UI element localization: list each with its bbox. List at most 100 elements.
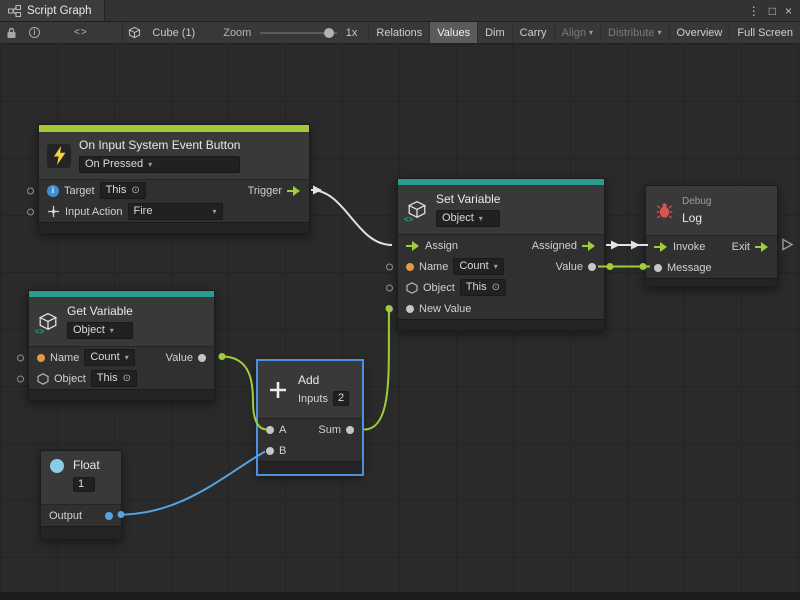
titlebar: Script Graph ⋮ □ × [0,0,800,22]
name-row: Name Count ▾ Value [398,256,604,277]
name-port-dot[interactable] [37,354,45,362]
target-value-chip[interactable]: This ⊙ [100,182,146,199]
node-footer [29,389,214,400]
value-label: Value [556,261,583,273]
node-title: Float [73,458,100,472]
maximize-icon[interactable]: □ [769,4,776,18]
hexagon-icon [406,282,418,294]
zoom-slider[interactable] [260,32,336,34]
float-value-field[interactable]: 1 [73,477,95,492]
object-row: Object This ⊙ [398,277,604,298]
node-debug-log[interactable]: Debug Log Invoke Exit Message [645,185,778,287]
code-icon: <> [74,27,88,38]
distribute-button[interactable]: Distribute ▾ [600,22,668,43]
target-type-icon: i [47,185,59,197]
values-button[interactable]: Values [429,22,477,43]
graph-toolbar: i <> Cube (1) Zoom 1x Relations Values D… [0,22,800,44]
a-label: A [279,424,286,436]
trigger-port-icon[interactable] [287,186,301,196]
exit-port-icon[interactable] [755,242,769,252]
close-icon[interactable]: × [785,4,792,18]
node-footer [398,319,604,330]
name-input-port[interactable] [17,354,24,361]
message-row: Message [646,257,777,278]
inspect-button[interactable]: i [23,22,46,43]
new-value-label: New Value [419,303,471,315]
input-action-row: Input Action Fire ▾ [39,201,309,222]
node-footer [41,526,121,539]
input-action-port[interactable] [27,208,34,215]
object-picker-icon: ⊙ [492,281,500,294]
new-value-input-port[interactable] [386,305,393,312]
target-value: This [106,184,127,197]
node-set-variable[interactable]: <> Set Variable Object ▾ Assign Assigned [397,178,605,331]
full-screen-button[interactable]: Full Screen [729,22,800,43]
object-label: Object [423,282,455,294]
b-port-dot[interactable] [266,447,274,455]
invoke-port-icon[interactable] [654,242,668,252]
new-value-port-dot[interactable] [406,305,414,313]
code-view-button[interactable]: <> [68,22,94,43]
align-label: Align [562,27,586,39]
chevron-down-icon: ▾ [212,208,216,216]
assigned-port-icon[interactable] [582,241,596,251]
node-get-variable[interactable]: <> Get Variable Object ▾ Name Count ▾ [28,290,215,401]
object-input-port[interactable] [17,375,24,382]
menu-kebab-icon[interactable]: ⋮ [748,4,760,18]
zoom-slider-handle[interactable] [324,28,334,38]
object-row: Object This ⊙ [29,368,214,389]
node-footer [39,222,309,233]
variable-cube-icon: <> [406,199,428,221]
tab-script-graph[interactable]: Script Graph [0,0,105,21]
dim-button[interactable]: Dim [477,22,512,43]
align-button[interactable]: Align ▾ [554,22,600,43]
input-action-dropdown[interactable]: Fire ▾ [128,203,223,220]
sum-output-port[interactable] [346,426,354,434]
variable-kind-value: Object [73,324,105,337]
object-breadcrumb[interactable]: Cube (1) [147,27,200,39]
variable-cube-icon: <> [37,311,59,333]
inputs-count-value: 2 [338,392,344,405]
event-mode-dropdown[interactable]: On Pressed ▾ [79,156,240,173]
object-picker-icon: ⊙ [131,184,139,197]
relations-button[interactable]: Relations [368,22,429,43]
name-port-dot[interactable] [406,263,414,271]
name-dropdown[interactable]: Count ▾ [453,258,503,275]
assign-port-icon[interactable] [406,241,420,251]
node-add[interactable]: Add Inputs 2 A Sum B [257,360,363,475]
carry-button[interactable]: Carry [512,22,554,43]
float-circle-icon [49,458,65,474]
output-port-dot[interactable] [105,512,113,520]
target-row: i Target This ⊙ Trigger [39,180,309,201]
value-output-port[interactable] [198,354,206,362]
graph-icon [8,5,21,17]
node-title: Get Variable [67,304,133,318]
object-input-port[interactable] [386,284,393,291]
variable-kind-dropdown[interactable]: Object ▾ [67,322,133,339]
a-port-dot[interactable] [266,426,274,434]
variable-kind-dropdown[interactable]: Object ▾ [436,210,500,227]
inputs-count-field[interactable]: 2 [333,391,349,406]
info-icon: i [29,27,40,38]
b-row: B [258,440,362,461]
name-dropdown[interactable]: Count ▾ [84,349,134,366]
object-value-chip[interactable]: This ⊙ [460,279,506,296]
output-row: Output [41,505,121,526]
chevron-down-icon: ▾ [110,327,114,335]
distribute-label: Distribute [608,27,654,39]
message-port-dot[interactable] [654,264,662,272]
exit-label: Exit [732,241,750,253]
chevron-down-icon: ▾ [589,29,593,37]
a-row: A Sum [258,419,362,440]
target-input-port[interactable] [27,187,34,194]
chevron-down-icon: ▾ [494,263,498,271]
overview-button[interactable]: Overview [669,22,730,43]
node-on-input-system-event-button[interactable]: On Input System Event Button On Pressed … [38,124,310,234]
input-action-value: Fire [134,205,153,218]
value-output-port[interactable] [588,263,596,271]
assigned-label: Assigned [532,240,577,252]
object-value-chip[interactable]: This ⊙ [91,370,137,387]
node-float[interactable]: Float 1 Output [40,450,122,540]
name-input-port[interactable] [386,263,393,270]
lock-button[interactable] [0,22,23,43]
